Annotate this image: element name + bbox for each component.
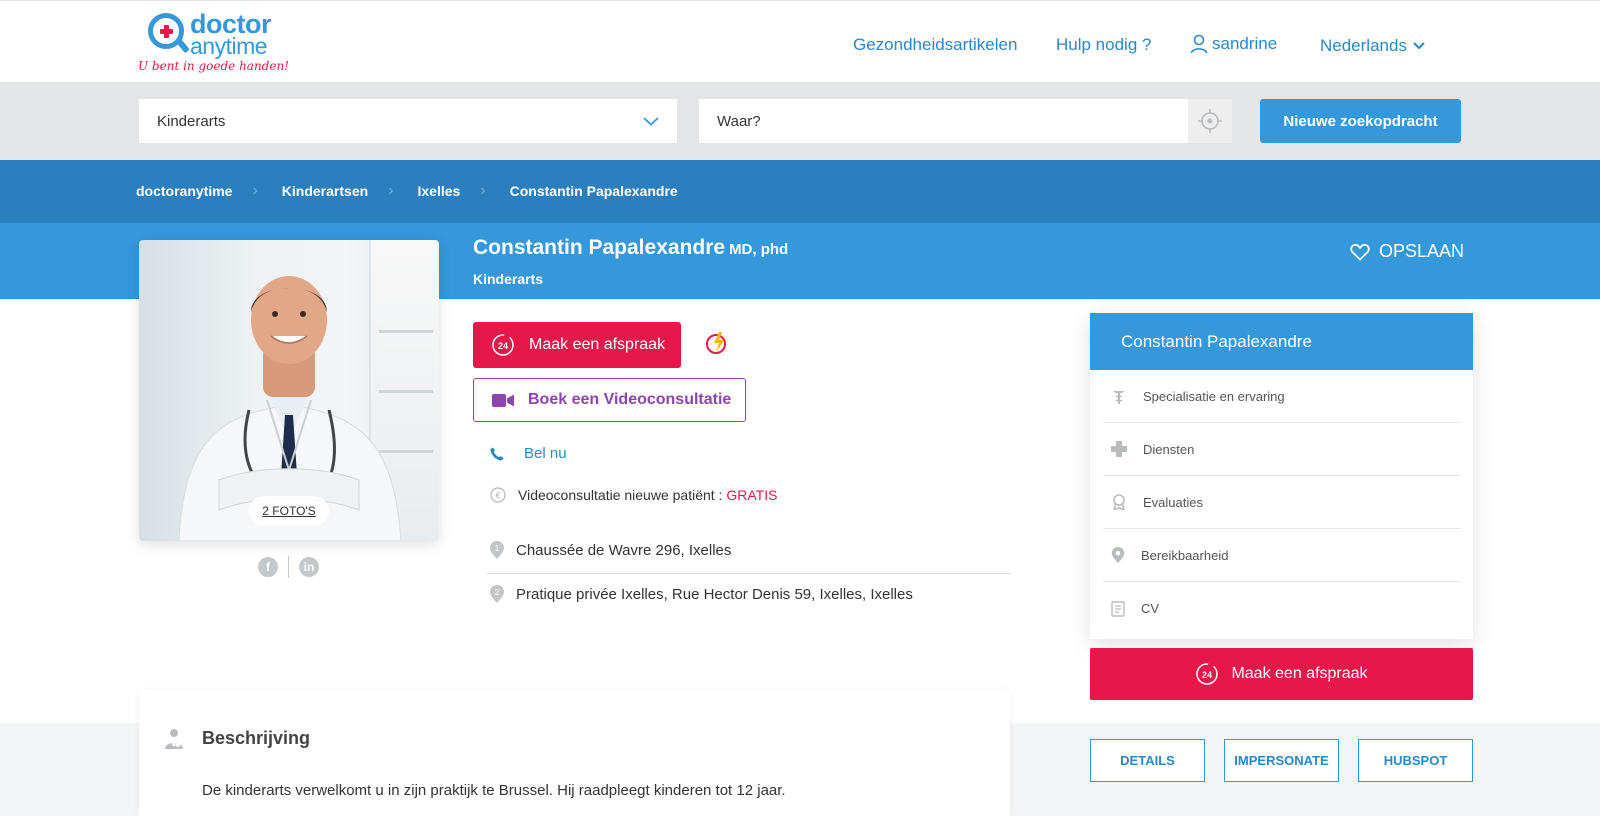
doctor-icon xyxy=(165,729,183,749)
clock-24-icon: 24 xyxy=(1196,663,1219,685)
euro-icon: € xyxy=(490,487,506,503)
address-2-text: Pratique privée Ixelles, Rue Hector Deni… xyxy=(516,585,913,603)
caduceus-icon xyxy=(1113,391,1125,404)
price-text: Videoconsultatie nieuwe patiënt : xyxy=(518,487,723,503)
document-icon xyxy=(1111,600,1125,617)
book-appointment-button[interactable]: 24 Maak een afspraak xyxy=(473,322,681,368)
language-selector[interactable]: Nederlands xyxy=(1320,36,1425,56)
video-camera-icon xyxy=(492,393,514,407)
user-icon xyxy=(1190,34,1208,54)
address-divider xyxy=(487,573,1011,574)
logo-word-anytime: anytime xyxy=(190,33,268,59)
breadcrumb: doctoranytime › Kinderartsen › Ixelles ›… xyxy=(136,182,678,200)
crosshair-icon xyxy=(1198,109,1222,133)
chevron-right-icon: › xyxy=(480,182,486,199)
description-card: Beschrijving De kinderarts verwelkomt u … xyxy=(139,690,1010,816)
hubspot-button[interactable]: HUBSPOT xyxy=(1358,739,1473,782)
linkedin-icon[interactable]: in xyxy=(299,557,319,577)
chevron-down-icon xyxy=(643,116,659,126)
chevron-down-icon xyxy=(1413,42,1425,50)
clock-24-icon: 24 xyxy=(492,334,514,356)
description-title: Beschrijving xyxy=(202,728,311,748)
call-now-label: Bel nu xyxy=(524,445,567,462)
fast-response-icon xyxy=(704,330,730,361)
address-2[interactable]: 2 Pratique privée Ixelles, Rue Hector De… xyxy=(490,585,913,603)
specialty-select[interactable]: Kinderarts xyxy=(139,99,677,143)
profile-side-menu: Constantin Papalexandre Specialisatie en… xyxy=(1090,313,1473,639)
social-divider xyxy=(288,556,289,578)
search-bar: Kinderarts Nieuwe zoekopdracht xyxy=(0,82,1600,160)
map-pin-icon xyxy=(1111,547,1125,563)
video-price-info: € Videoconsultatie nieuwe patiënt : GRAT… xyxy=(490,487,777,503)
site-header: doctor anytime U bent in goede handen! G… xyxy=(0,0,1600,82)
details-button[interactable]: DETAILS xyxy=(1090,739,1205,782)
breadcrumb-specialty[interactable]: Kinderartsen xyxy=(282,183,368,199)
medical-cross-icon xyxy=(1111,441,1127,457)
specialty-select-value: Kinderarts xyxy=(157,112,226,130)
save-label: OPSLAAN xyxy=(1379,241,1465,261)
doctor-title: MD, phd xyxy=(729,241,789,258)
side-menu-item-label: Specialisatie en ervaring xyxy=(1143,388,1285,404)
user-name: sandrine xyxy=(1212,34,1278,53)
address-1[interactable]: 1 Chaussée de Wavre 296, Ixelles xyxy=(490,541,731,559)
breadcrumb-current: Constantin Papalexandre xyxy=(509,183,678,199)
facebook-icon[interactable]: f xyxy=(258,557,278,577)
chevron-right-icon: › xyxy=(388,182,394,199)
photos-count-button[interactable]: 2 FOTO'S xyxy=(249,496,329,526)
svg-text:24: 24 xyxy=(1202,670,1212,680)
side-menu-item-specialization[interactable]: Specialisatie en ervaring xyxy=(1103,370,1460,423)
logo-tagline: U bent in goede handen! xyxy=(138,59,290,73)
nav-user-account[interactable]: sandrine xyxy=(1190,34,1277,54)
address-1-text: Chaussée de Wavre 296, Ixelles xyxy=(516,541,732,559)
price-value: GRATIS xyxy=(726,487,778,503)
side-menu-item-label: Evaluaties xyxy=(1143,494,1203,510)
side-menu-item-label: CV xyxy=(1141,601,1160,616)
breadcrumb-home[interactable]: doctoranytime xyxy=(136,183,232,199)
language-label: Nederlands xyxy=(1320,36,1407,55)
description-text: De kinderarts verwelkomt u in zijn prakt… xyxy=(202,782,786,799)
location-input[interactable] xyxy=(699,99,1188,143)
svg-text:24: 24 xyxy=(498,341,508,351)
side-menu-item-accessibility[interactable]: Bereikbaarheid xyxy=(1103,529,1460,582)
heart-icon xyxy=(1350,243,1370,261)
doctor-name-heading: Constantin Papalexandre MD, phd xyxy=(473,236,788,260)
book-video-consultation-button[interactable]: Boek een Videoconsultatie xyxy=(473,378,746,422)
breadcrumb-bar: doctoranytime › Kinderartsen › Ixelles ›… xyxy=(0,160,1600,223)
svg-text:2: 2 xyxy=(495,588,500,597)
doctor-photo[interactable]: 2 FOTO'S xyxy=(139,240,439,541)
chevron-right-icon: › xyxy=(252,182,258,199)
side-menu-item-label: Diensten xyxy=(1143,441,1195,457)
doctoranytime-logo[interactable]: doctor anytime U bent in goede handen! xyxy=(138,9,290,75)
side-menu-item-services[interactable]: Diensten xyxy=(1103,423,1460,476)
map-pin-icon: 2 xyxy=(490,585,504,603)
social-links: f in xyxy=(258,556,319,578)
side-book-appointment-button[interactable]: 24 Maak een afspraak xyxy=(1090,648,1473,700)
phone-icon xyxy=(490,447,504,460)
side-menu-item-cv[interactable]: CV xyxy=(1103,582,1460,635)
nav-help[interactable]: Hulp nodig ? xyxy=(1056,35,1151,55)
logo-magnifier-icon xyxy=(148,13,184,49)
side-menu-item-reviews[interactable]: Evaluaties xyxy=(1103,476,1460,529)
side-menu-item-label: Bereikbaarheid xyxy=(1141,547,1229,563)
map-pin-icon: 1 xyxy=(490,541,504,559)
side-book-appointment-label: Maak een afspraak xyxy=(1231,665,1368,682)
svg-text:1: 1 xyxy=(495,544,500,553)
doctor-specialty: Kinderarts xyxy=(473,271,544,287)
new-search-button[interactable]: Nieuwe zoekopdracht xyxy=(1260,99,1461,143)
call-now-link[interactable]: Bel nu xyxy=(490,445,567,462)
svg-text:€: € xyxy=(495,491,500,501)
nav-health-articles[interactable]: Gezondheidsartikelen xyxy=(853,35,1017,55)
save-doctor-button[interactable]: OPSLAAN xyxy=(1350,241,1464,262)
book-appointment-label: Maak een afspraak xyxy=(529,336,666,353)
doctor-name: Constantin Papalexandre xyxy=(473,236,726,259)
breadcrumb-city[interactable]: Ixelles xyxy=(417,183,460,199)
video-consultation-label: Boek een Videoconsultatie xyxy=(528,391,732,408)
locate-me-button[interactable] xyxy=(1188,99,1232,143)
side-menu-title: Constantin Papalexandre xyxy=(1090,313,1473,370)
impersonate-button[interactable]: IMPERSONATE xyxy=(1224,739,1339,782)
award-icon xyxy=(1113,494,1125,510)
